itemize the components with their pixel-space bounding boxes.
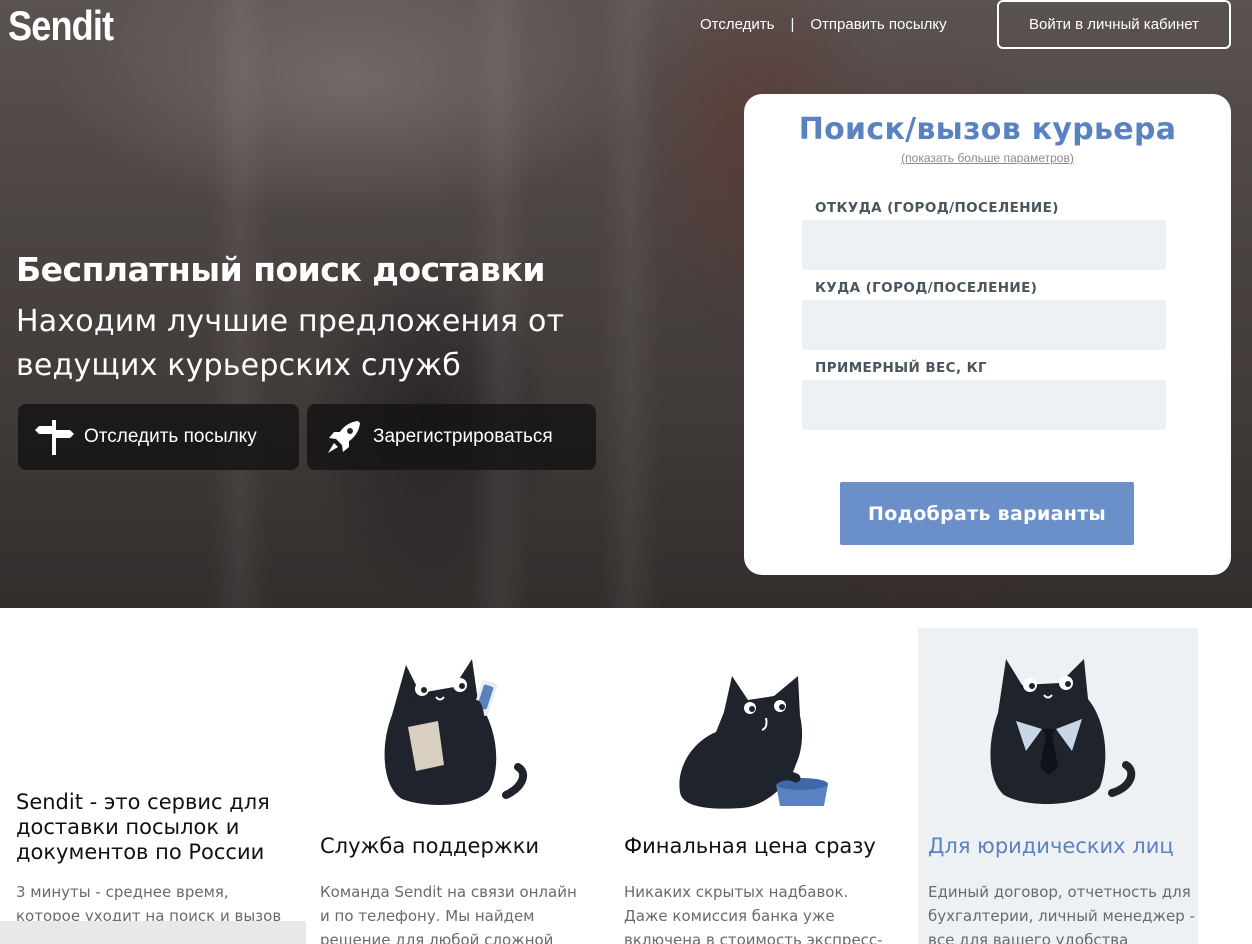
find-options-button[interactable]: Подобрать варианты [840, 482, 1134, 545]
weight-label: ПРИМЕРНЫЙ ВЕС, КГ [815, 360, 988, 376]
rocket-icon [323, 416, 365, 458]
track-parcel-label: Отследить посылку [84, 426, 257, 447]
nav-track-link[interactable]: Отследить [700, 16, 774, 33]
register-label: Зарегистрироваться [373, 426, 553, 447]
logo[interactable]: Sendit [8, 2, 114, 50]
track-parcel-button[interactable]: Отследить посылку [18, 404, 299, 470]
from-input[interactable] [802, 220, 1166, 270]
from-label: ОТКУДА (ГОРОД/ПОСЕЛЕНИЕ) [815, 200, 1059, 216]
to-label: КУДА (ГОРОД/ПОСЕЛЕНИЕ) [815, 280, 1038, 296]
intro-title: Sendit - это сервис для доставки посылок… [16, 790, 270, 864]
login-button[interactable]: Войти в личный кабинет [997, 0, 1231, 49]
hero-section: Sendit Отследить | Отправить посылку Вой… [0, 0, 1252, 608]
to-input[interactable] [802, 300, 1166, 350]
register-button[interactable]: Зарегистрироваться [307, 404, 596, 470]
courier-search-card: Поиск/вызов курьера (показать больше пар… [744, 94, 1231, 575]
bottom-bar [0, 921, 306, 944]
weight-input[interactable] [802, 380, 1166, 430]
cat-price-illustration [679, 676, 828, 809]
hero-subtitle: Находим лучшие предложения от ведущих ку… [16, 304, 565, 383]
price-title: Финальная цена сразу [624, 834, 876, 858]
support-title: Служба поддержки [320, 834, 540, 858]
signpost-icon [34, 416, 76, 458]
legal-title[interactable]: Для юридических лиц [928, 834, 1174, 858]
price-text: Никаких скрытых надбавок. Даже комиссия … [624, 883, 883, 944]
nav-send-link[interactable]: Отправить посылку [810, 16, 946, 33]
hero-title: Бесплатный поиск доставки [16, 250, 545, 289]
cat-support-illustration [384, 659, 528, 805]
legal-text: Единый договор, отчетность для бухгалтер… [928, 883, 1195, 944]
nav-separator: | [790, 16, 795, 33]
more-params-link[interactable]: (показать больше параметров) [744, 151, 1231, 165]
cat-legal-illustration [990, 659, 1136, 805]
search-title: Поиск/вызов курьера [798, 112, 1177, 147]
top-nav: Отследить | Отправить посылку [700, 16, 947, 33]
support-text: Команда Sendit на связи онлайн и по теле… [320, 883, 577, 944]
